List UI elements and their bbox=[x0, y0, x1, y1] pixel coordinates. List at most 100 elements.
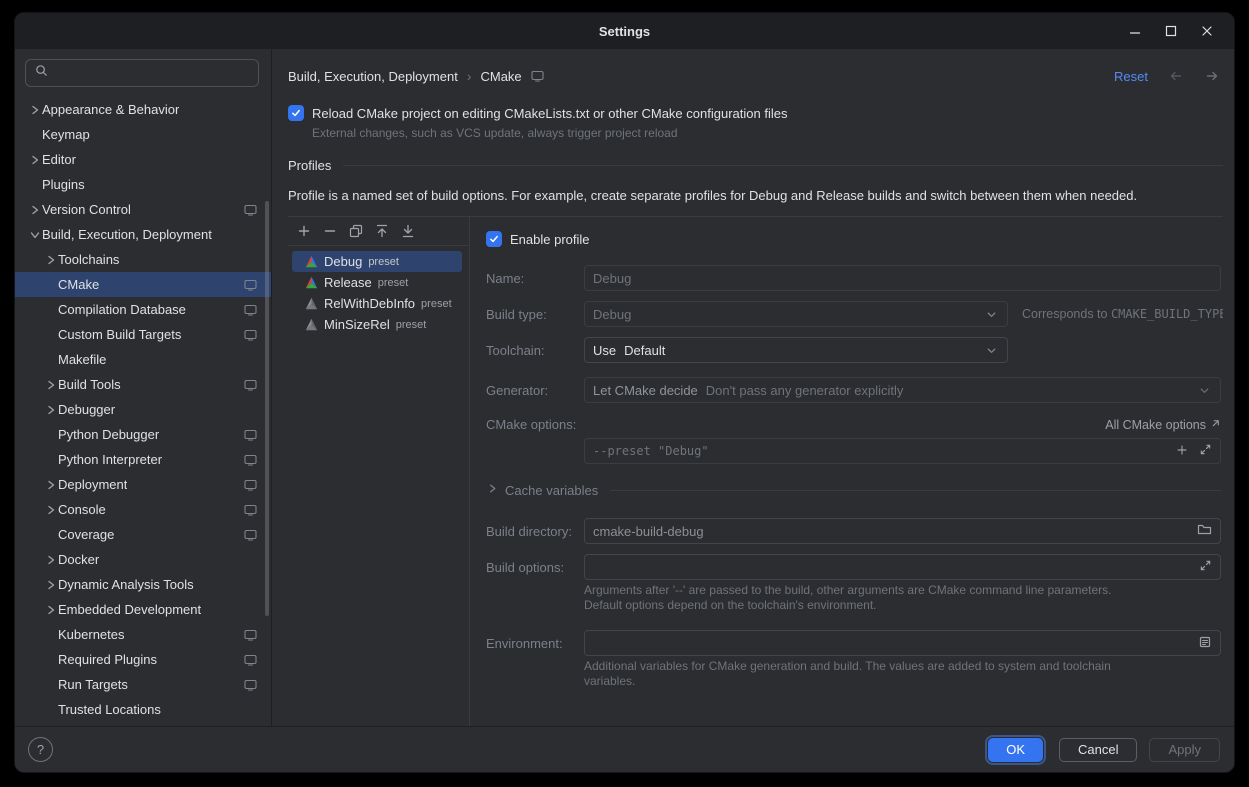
monitor-icon bbox=[244, 629, 257, 641]
sidebar-item-required-plugins[interactable]: Required Plugins bbox=[15, 647, 271, 672]
profile-item-minsizerel[interactable]: MinSizeRelpreset bbox=[292, 314, 462, 335]
reload-cmake-checkbox[interactable]: Reload CMake project on editing CMakeLis… bbox=[288, 105, 1220, 121]
chevron-right-icon[interactable] bbox=[43, 503, 58, 517]
maximize-icon[interactable] bbox=[1160, 20, 1182, 42]
sidebar-item-coverage[interactable]: Coverage bbox=[15, 522, 271, 547]
move-down-button[interactable] bbox=[398, 221, 418, 241]
build-type-select[interactable]: Debug bbox=[584, 301, 1008, 327]
environment-input[interactable] bbox=[584, 630, 1221, 656]
build-directory-input[interactable]: cmake-build-debug bbox=[584, 518, 1221, 544]
search-field[interactable] bbox=[25, 59, 259, 87]
sidebar-item-dynamic-analysis-tools[interactable]: Dynamic Analysis Tools bbox=[15, 572, 271, 597]
chevron-placeholder bbox=[43, 278, 58, 292]
monitor-icon bbox=[244, 454, 257, 466]
chevron-right-icon[interactable] bbox=[27, 153, 42, 167]
profile-item-debug[interactable]: Debugpreset bbox=[292, 251, 462, 272]
enable-profile-checkbox[interactable]: Enable profile bbox=[486, 231, 1221, 247]
profile-item-release[interactable]: Releasepreset bbox=[292, 272, 462, 293]
apply-button[interactable]: Apply bbox=[1149, 738, 1220, 762]
folder-icon[interactable] bbox=[1197, 523, 1212, 539]
minimize-icon[interactable] bbox=[1124, 20, 1146, 42]
chevron-right-icon[interactable] bbox=[27, 203, 42, 217]
chevron-right-icon bbox=[486, 482, 499, 498]
sidebar-item-build-tools[interactable]: Build Tools bbox=[15, 372, 271, 397]
remove-profile-button[interactable] bbox=[320, 221, 340, 241]
move-up-button[interactable] bbox=[372, 221, 392, 241]
profile-name: Debug bbox=[324, 254, 362, 269]
monitor-icon bbox=[244, 279, 257, 291]
toolchain-select[interactable]: Use Default bbox=[584, 337, 1008, 363]
sidebar-item-plugins[interactable]: Plugins bbox=[15, 172, 271, 197]
forward-arrow-icon[interactable] bbox=[1204, 68, 1220, 84]
chevron-placeholder bbox=[27, 178, 42, 192]
divider bbox=[343, 165, 1223, 166]
chevron-placeholder bbox=[43, 528, 58, 542]
add-macro-icon[interactable] bbox=[1175, 443, 1189, 460]
chevron-right-icon[interactable] bbox=[43, 603, 58, 617]
profile-tag: preset bbox=[421, 298, 452, 310]
sidebar-item-python-interpreter[interactable]: Python Interpreter bbox=[15, 447, 271, 472]
search-input[interactable] bbox=[55, 65, 250, 82]
variables-list-icon[interactable] bbox=[1198, 635, 1212, 652]
sidebar-item-makefile[interactable]: Makefile bbox=[15, 347, 271, 372]
chevron-right-icon[interactable] bbox=[43, 403, 58, 417]
sidebar-item-kubernetes[interactable]: Kubernetes bbox=[15, 622, 271, 647]
cache-variables-label: Cache variables bbox=[505, 483, 598, 498]
sidebar-item-deployment[interactable]: Deployment bbox=[15, 472, 271, 497]
profiles-list: DebugpresetReleasepresetRelWithDebInfopr… bbox=[288, 246, 469, 335]
chevron-right-icon[interactable] bbox=[43, 553, 58, 567]
sidebar-item-run-targets[interactable]: Run Targets bbox=[15, 672, 271, 697]
sidebar-item-debugger[interactable]: Debugger bbox=[15, 397, 271, 422]
sidebar-item-docker[interactable]: Docker bbox=[15, 547, 271, 572]
chevron-right-icon[interactable] bbox=[43, 253, 58, 267]
profile-name: MinSizeRel bbox=[324, 317, 390, 332]
all-cmake-options-link[interactable]: All CMake options bbox=[1105, 418, 1221, 432]
sidebar-item-appearance-behavior[interactable]: Appearance & Behavior bbox=[15, 97, 271, 122]
copy-profile-button[interactable] bbox=[346, 221, 366, 241]
cmake-options-input[interactable]: --preset "Debug" bbox=[584, 438, 1221, 464]
cancel-button[interactable]: Cancel bbox=[1059, 738, 1137, 762]
generator-select[interactable]: Let CMake decide Don't pass any generato… bbox=[584, 377, 1221, 403]
sidebar-item-label: Embedded Development bbox=[58, 602, 201, 617]
chevron-placeholder bbox=[27, 128, 42, 142]
back-arrow-icon[interactable] bbox=[1168, 68, 1184, 84]
sidebar-item-embedded-development[interactable]: Embedded Development bbox=[15, 597, 271, 622]
sidebar-item-compilation-database[interactable]: Compilation Database bbox=[15, 297, 271, 322]
sidebar-item-console[interactable]: Console bbox=[15, 497, 271, 522]
sidebar-item-label: Deployment bbox=[58, 477, 127, 492]
chevron-right-icon[interactable] bbox=[43, 378, 58, 392]
name-input[interactable]: Debug bbox=[584, 265, 1221, 291]
chevron-down-icon bbox=[1197, 383, 1212, 398]
help-button[interactable]: ? bbox=[28, 737, 53, 762]
expand-field-icon[interactable] bbox=[1199, 443, 1212, 459]
sidebar-item-cmake[interactable]: CMake bbox=[15, 272, 271, 297]
chevron-right-icon[interactable] bbox=[43, 578, 58, 592]
reset-link[interactable]: Reset bbox=[1114, 69, 1148, 84]
build-options-input[interactable] bbox=[584, 554, 1221, 580]
sidebar-item-editor[interactable]: Editor bbox=[15, 147, 271, 172]
chevron-right-icon[interactable] bbox=[27, 103, 42, 117]
close-icon[interactable] bbox=[1196, 20, 1218, 42]
reload-cmake-label: Reload CMake project on editing CMakeLis… bbox=[312, 106, 787, 121]
profile-item-relwithdebinfo[interactable]: RelWithDebInfopreset bbox=[292, 293, 462, 314]
cache-variables-toggle[interactable]: Cache variables bbox=[486, 482, 1221, 498]
sidebar-item-custom-build-targets[interactable]: Custom Build Targets bbox=[15, 322, 271, 347]
expand-field-icon[interactable] bbox=[1199, 559, 1212, 575]
chevron-down-icon[interactable] bbox=[27, 228, 42, 242]
breadcrumb-parent[interactable]: Build, Execution, Deployment bbox=[288, 69, 458, 84]
sidebar-item-keymap[interactable]: Keymap bbox=[15, 122, 271, 147]
sidebar-item-python-debugger[interactable]: Python Debugger bbox=[15, 422, 271, 447]
sidebar-item-build-execution-deployment[interactable]: Build, Execution, Deployment bbox=[15, 222, 271, 247]
ok-button[interactable]: OK bbox=[988, 738, 1043, 762]
add-profile-button[interactable] bbox=[294, 221, 314, 241]
chevron-right-icon[interactable] bbox=[43, 478, 58, 492]
chevron-down-icon bbox=[984, 307, 999, 322]
sidebar-item-trusted-locations[interactable]: Trusted Locations bbox=[15, 697, 271, 722]
sidebar-item-toolchains[interactable]: Toolchains bbox=[15, 247, 271, 272]
sidebar-item-version-control[interactable]: Version Control bbox=[15, 197, 271, 222]
titlebar[interactable]: Settings bbox=[15, 13, 1234, 49]
build-directory-label: Build directory: bbox=[486, 524, 584, 539]
sidebar-scrollbar[interactable] bbox=[265, 201, 269, 616]
sidebar-item-label: CMake bbox=[58, 277, 99, 292]
checkbox-checked-icon bbox=[288, 105, 304, 121]
